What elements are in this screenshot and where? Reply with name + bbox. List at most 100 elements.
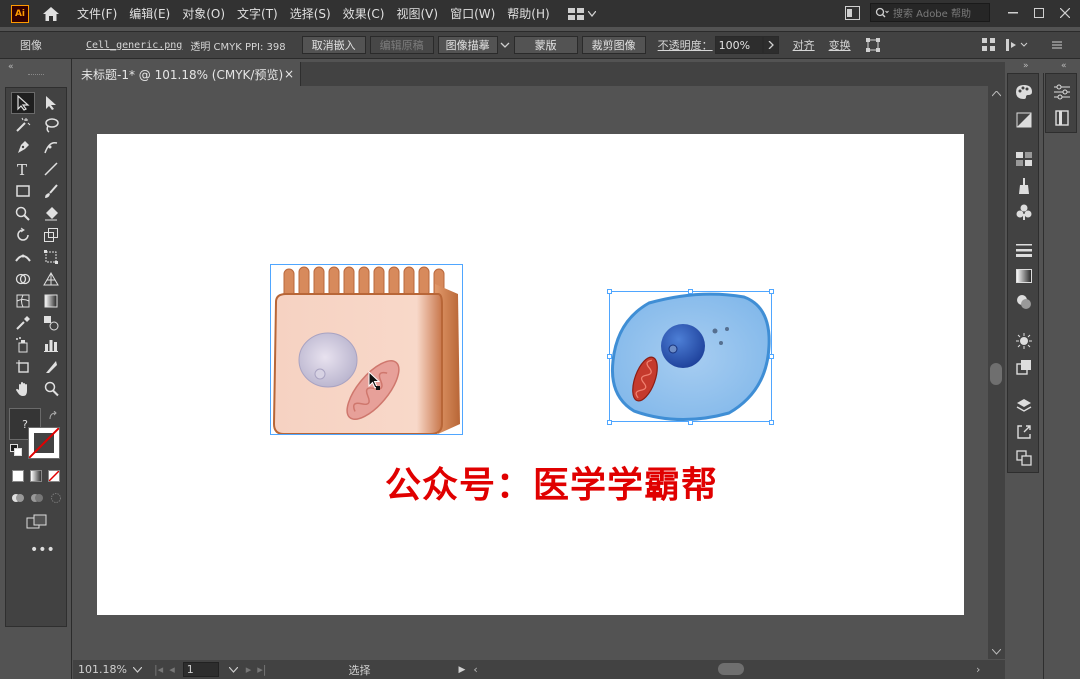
collapse-dock-icon[interactable]: « — [1061, 61, 1067, 71]
edit-original-button[interactable]: 编辑原稿 — [369, 36, 434, 54]
stroke-panel-icon[interactable] — [1014, 240, 1034, 260]
lasso-tool-icon[interactable] — [39, 114, 63, 136]
distribute-icon[interactable] — [1006, 38, 1030, 52]
prev-artboard-icon[interactable]: ◂ — [169, 663, 175, 676]
transform-icon[interactable] — [865, 37, 881, 53]
eraser-tool-icon[interactable] — [39, 202, 63, 224]
scale-tool-icon[interactable] — [39, 224, 63, 246]
pen-tool-icon[interactable] — [11, 136, 35, 158]
arrange-icon[interactable] — [982, 38, 996, 52]
gradient-tool-icon[interactable] — [39, 290, 63, 312]
brushes-icon[interactable] — [1014, 176, 1034, 196]
graphic-styles-icon[interactable] — [1014, 357, 1034, 377]
shape-builder-tool-icon[interactable] — [11, 268, 35, 290]
menu-object[interactable]: 对象(O) — [176, 5, 231, 22]
menu-effect[interactable]: 效果(C) — [337, 5, 391, 22]
menu-file[interactable]: 文件(F) — [71, 5, 123, 22]
resize-handle[interactable] — [769, 354, 774, 359]
arrange-docs-icon[interactable] — [845, 6, 860, 23]
draw-normal-icon[interactable] — [11, 492, 25, 507]
align-link[interactable]: 对齐 — [793, 37, 815, 53]
export-asset-icon[interactable] — [1014, 422, 1034, 442]
chevron-down-icon[interactable] — [132, 666, 142, 673]
selection-bounding-box[interactable] — [270, 264, 463, 435]
panel-menu-icon[interactable] — [1052, 40, 1062, 50]
search-input[interactable]: 搜索 Adobe 帮助 — [870, 3, 990, 22]
curvature-tool-icon[interactable] — [39, 136, 63, 158]
gradient-mode-icon[interactable] — [30, 470, 42, 482]
zoom-level[interactable]: 101.18% — [78, 663, 127, 676]
perspective-grid-tool-icon[interactable] — [39, 268, 63, 290]
gradient-panel-icon[interactable] — [1014, 266, 1034, 286]
libraries-panel-icon[interactable] — [1052, 108, 1072, 128]
vertical-scroll-thumb[interactable] — [990, 363, 1002, 385]
next-artboard-icon[interactable]: ▸ — [246, 663, 252, 676]
vertical-scrollbar[interactable] — [988, 86, 1005, 659]
swatches-icon[interactable] — [1014, 149, 1034, 169]
rotate-tool-icon[interactable] — [11, 224, 35, 246]
opacity-input[interactable]: 100% — [714, 36, 763, 54]
chevron-down-icon[interactable] — [228, 666, 238, 673]
draw-inside-icon[interactable] — [49, 492, 63, 507]
menu-window[interactable]: 窗口(W) — [444, 5, 501, 22]
type-tool-icon[interactable]: T — [11, 158, 35, 180]
selection-tool-icon[interactable] — [11, 92, 35, 114]
opacity-label[interactable]: 不透明度： — [658, 37, 713, 53]
image-trace-button[interactable]: 图像描摹 — [437, 36, 498, 54]
column-graph-tool-icon[interactable] — [39, 334, 63, 356]
status-menu-icon[interactable]: ▶ — [458, 665, 465, 675]
eyedropper-tool-icon[interactable] — [11, 312, 35, 334]
color-mode-icon[interactable] — [12, 470, 24, 482]
artboards-panel-icon[interactable] — [1014, 448, 1034, 468]
resize-handle[interactable] — [688, 420, 693, 425]
symbol-sprayer-tool-icon[interactable] — [11, 334, 35, 356]
collapse-panel-icon[interactable]: « — [8, 62, 14, 72]
artboard-tool-icon[interactable] — [11, 356, 35, 378]
resize-handle[interactable] — [688, 289, 693, 294]
layers-panel-icon[interactable] — [1014, 396, 1034, 416]
color-guide-icon[interactable] — [1014, 110, 1034, 130]
document-tab[interactable]: 未标题-1* @ 101.18% (CMYK/预览) × — [73, 62, 301, 86]
direct-selection-tool-icon[interactable] — [39, 92, 63, 114]
close-window-button[interactable] — [1055, 4, 1075, 22]
resize-handle[interactable] — [607, 354, 612, 359]
magic-wand-tool-icon[interactable] — [11, 114, 35, 136]
scroll-right-icon[interactable]: › — [976, 663, 980, 676]
horizontal-scroll-thumb[interactable] — [718, 663, 744, 675]
menu-help[interactable]: 帮助(H) — [501, 5, 555, 22]
panel-grip[interactable] — [28, 74, 44, 76]
crop-image-button[interactable]: 裁剪图像 — [581, 36, 646, 54]
opacity-arrow-button[interactable] — [762, 36, 779, 54]
paintbrush-tool-icon[interactable] — [39, 180, 63, 202]
resize-handle[interactable] — [769, 289, 774, 294]
chevron-down-icon[interactable] — [500, 41, 510, 49]
mask-button[interactable]: 蒙版 — [513, 36, 578, 54]
menu-view[interactable]: 视图(V) — [390, 5, 444, 22]
menu-type[interactable]: 文字(T) — [231, 5, 284, 22]
hand-tool-icon[interactable] — [11, 378, 35, 400]
appearance-panel-icon[interactable] — [1014, 331, 1034, 351]
scroll-down-icon[interactable] — [992, 649, 1001, 655]
linked-filename[interactable]: Cell_generic.png — [86, 40, 182, 51]
resize-handle[interactable] — [769, 420, 774, 425]
width-tool-icon[interactable] — [11, 246, 35, 268]
menu-select[interactable]: 选择(S) — [284, 5, 337, 22]
unembed-button[interactable]: 取消嵌入 — [301, 36, 366, 54]
maximize-button[interactable] — [1029, 4, 1049, 22]
slice-tool-icon[interactable] — [39, 356, 63, 378]
default-fill-stroke-icon[interactable] — [10, 444, 22, 459]
first-artboard-icon[interactable]: |◂ — [154, 663, 163, 676]
transparency-panel-icon[interactable] — [1014, 292, 1034, 312]
selection-bounding-box[interactable] — [609, 291, 772, 422]
mesh-tool-icon[interactable] — [11, 290, 35, 312]
artboard[interactable]: 公众号：医学学霸帮 — [97, 134, 964, 615]
artboard-number-input[interactable]: 1 — [182, 662, 219, 677]
close-tab-icon[interactable]: × — [284, 67, 294, 81]
draw-behind-icon[interactable] — [30, 492, 44, 507]
canvas-area[interactable]: 公众号：医学学霸帮 — [73, 86, 988, 659]
rectangle-tool-icon[interactable] — [11, 180, 35, 202]
screen-mode-icon[interactable] — [26, 514, 48, 533]
zoom-tool-icon[interactable] — [39, 378, 63, 400]
symbols-icon[interactable] — [1014, 202, 1034, 222]
properties-panel-icon[interactable] — [1052, 82, 1072, 102]
